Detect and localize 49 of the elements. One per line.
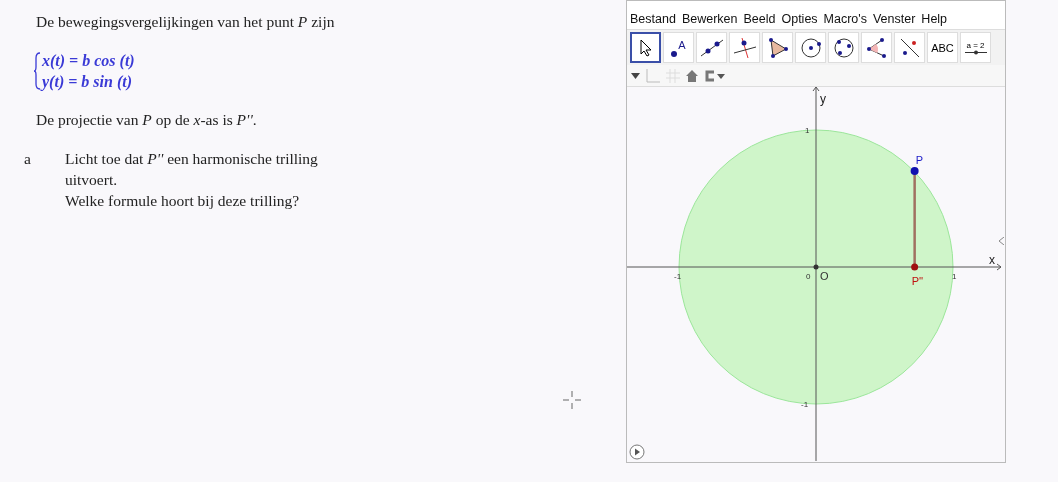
point-p bbox=[910, 167, 919, 176]
dropdown-icon[interactable] bbox=[704, 69, 726, 82]
line-reflect-icon bbox=[898, 36, 921, 59]
crosshair-icon bbox=[563, 391, 581, 409]
tool-label: ABC bbox=[931, 41, 954, 54]
tick-label: -1 bbox=[674, 272, 682, 281]
tick-label: -1 bbox=[801, 400, 809, 409]
circle-three-points-icon bbox=[832, 36, 855, 59]
tick-label: 1 bbox=[952, 272, 957, 281]
collapse-icon[interactable] bbox=[999, 237, 1005, 245]
menu-item[interactable]: Macro's bbox=[823, 12, 867, 26]
question-line: Welke formule hoort bij deze trilling? bbox=[65, 191, 301, 211]
equation: x(t) = b cos (t) bbox=[42, 51, 135, 71]
slider-tool-drawing: a = 2 bbox=[964, 40, 987, 55]
question-letter: a bbox=[24, 149, 32, 169]
brace-icon bbox=[34, 52, 41, 90]
menu-item[interactable]: Venster bbox=[872, 12, 916, 26]
triangle-icon bbox=[766, 37, 789, 58]
y-axis-label: y bbox=[820, 92, 826, 106]
origin-label: O bbox=[820, 270, 829, 282]
tool-button[interactable] bbox=[630, 32, 661, 63]
point-label: P'' bbox=[911, 275, 924, 287]
caret-icon[interactable] bbox=[631, 72, 640, 79]
play-icon[interactable] bbox=[629, 444, 645, 460]
tick-label: 0 bbox=[806, 272, 811, 281]
equation: y(t) = b sin (t) bbox=[42, 72, 133, 92]
circle-center-icon bbox=[799, 36, 822, 59]
cursor-arrow-icon bbox=[638, 38, 653, 57]
question-line: Licht toe dat P'' een harmonische trilling bbox=[65, 149, 318, 169]
projection-text: De projectie van P op de x-as is P''. bbox=[36, 110, 258, 130]
perpendicular-lines-icon bbox=[732, 36, 757, 59]
line-icon bbox=[699, 38, 724, 57]
intro-text: De bewegingsvergelijkingen van het punt P zijn bbox=[36, 12, 336, 32]
tool-button[interactable]: ABC bbox=[927, 32, 958, 63]
menu-item[interactable]: Opties bbox=[781, 12, 818, 26]
home-icon[interactable] bbox=[686, 69, 698, 82]
tool-button[interactable]: a = 2 bbox=[960, 32, 991, 63]
menu-item[interactable]: Beeld bbox=[743, 12, 776, 26]
x-axis-label: x bbox=[989, 253, 995, 267]
question-line: uitvoert. bbox=[65, 170, 119, 190]
point-p-projection bbox=[911, 263, 919, 271]
menu-item[interactable]: Bewerken bbox=[681, 12, 738, 26]
menu-item[interactable]: Help bbox=[921, 12, 948, 26]
tool-button[interactable]: A bbox=[663, 32, 694, 63]
point-label: P bbox=[915, 154, 923, 167]
menu-item[interactable]: Bestand bbox=[630, 12, 676, 26]
angle-icon bbox=[865, 36, 888, 59]
tick-label: 1 bbox=[805, 126, 810, 135]
origin-point bbox=[813, 264, 819, 270]
